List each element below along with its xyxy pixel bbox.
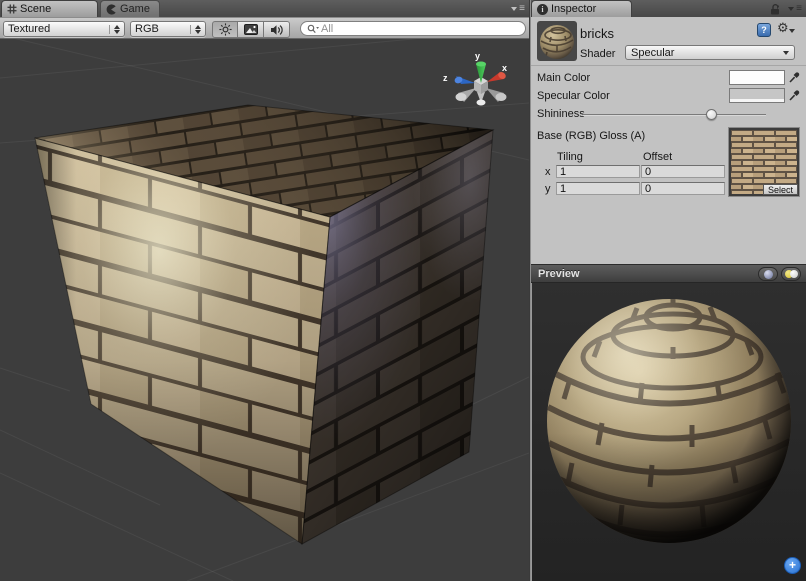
add-button[interactable]: + [784, 557, 801, 574]
axis-y-label: y [545, 183, 551, 195]
game-icon [106, 4, 117, 15]
inspector-tabstrip: i Inspector ≡ [531, 0, 806, 17]
material-sphere-icon [537, 21, 577, 61]
popup-arrows-icon [109, 25, 120, 34]
speaker-icon [270, 24, 283, 36]
gizmo-y-label: y [475, 51, 480, 61]
scene-toggle-buttons [212, 21, 290, 38]
settings-gear-button[interactable]: ⚙ [777, 21, 795, 36]
inspector-panel-menu-icon[interactable]: ≡ [788, 4, 802, 13]
color-channel-value: RGB [135, 23, 186, 35]
gizmo-x-label: x [502, 63, 507, 73]
tiling-y-field[interactable] [556, 182, 640, 195]
main-color-label: Main Color [537, 72, 590, 84]
scene-search-field[interactable] [300, 21, 526, 36]
shininess-slider[interactable] [583, 114, 766, 116]
preview-title: Preview [538, 268, 580, 280]
chevron-down-icon [783, 51, 789, 55]
inspector-content: bricks ? ⚙ Shader Specular Main Color Sp… [531, 17, 806, 264]
sun-icon [219, 23, 232, 36]
specular-color-swatch[interactable] [729, 88, 785, 103]
base-texture-label: Base (RGB) Gloss (A) [537, 130, 645, 142]
tab-game-label: Game [120, 3, 150, 15]
tiling-x-field[interactable] [556, 165, 640, 178]
tab-game[interactable]: Game [100, 0, 160, 17]
tiling-row-x: x [531, 165, 806, 179]
tiling-header: Tiling [557, 151, 583, 163]
help-button[interactable]: ? [757, 23, 771, 37]
scene-tabstrip: Scene Game ≡ [0, 0, 529, 17]
color-channel-dropdown[interactable]: RGB [130, 21, 206, 37]
offset-x-field[interactable] [641, 165, 725, 178]
tab-scene-label: Scene [20, 3, 51, 15]
search-input[interactable] [321, 23, 491, 35]
tab-inspector[interactable]: i Inspector [531, 0, 632, 17]
preview-lighting-button[interactable] [781, 267, 801, 281]
lighting-toggle-button[interactable] [212, 21, 238, 38]
offset-header: Offset [643, 151, 672, 163]
tab-scene[interactable]: Scene [1, 0, 98, 17]
shininess-label: Shininess [537, 108, 585, 120]
shader-value: Specular [631, 47, 783, 59]
preview-header[interactable]: Preview [531, 264, 806, 283]
gizmo-z-label: z [443, 73, 448, 83]
scene-grid-icon [7, 4, 17, 14]
shader-label: Shader [580, 48, 615, 60]
sphere-icon [764, 270, 773, 279]
scene-toolbar: Textured RGB [0, 17, 529, 39]
specular-color-label: Specular Color [537, 90, 610, 102]
lock-icon[interactable] [770, 3, 781, 15]
scene-panel: Scene Game ≡ Textured RGB [0, 0, 529, 581]
eyedropper-icon[interactable] [789, 89, 800, 101]
eyedropper-icon[interactable] [789, 71, 800, 83]
skybox-toggle-button[interactable] [238, 21, 264, 38]
material-name: bricks [580, 26, 614, 41]
inspector-panel: i Inspector ≡ [531, 0, 806, 581]
separator [531, 65, 806, 66]
preview-area[interactable]: + [531, 283, 806, 581]
preview-mesh-button[interactable] [758, 267, 778, 281]
unity-editor-window: Scene Game ≡ Textured RGB [0, 0, 806, 581]
render-mode-value: Textured [8, 23, 105, 35]
preview-sphere[interactable] [532, 283, 806, 581]
tab-inspector-label: Inspector [551, 3, 596, 15]
scene-viewport[interactable]: y x z [0, 39, 529, 581]
tiling-row-y: y [531, 182, 806, 196]
info-icon: i [537, 4, 548, 15]
shader-dropdown[interactable]: Specular [625, 45, 795, 60]
axis-x-label: x [545, 166, 551, 178]
render-mode-dropdown[interactable]: Textured [3, 21, 125, 37]
gear-icon: ⚙ [777, 21, 789, 36]
offset-y-field[interactable] [641, 182, 725, 195]
main-color-swatch[interactable] [729, 70, 785, 85]
search-icon [307, 24, 319, 34]
shininess-slider-thumb[interactable] [706, 109, 717, 120]
scene-panel-menu-icon[interactable]: ≡ [511, 4, 525, 13]
light-dot-icon [790, 270, 798, 278]
material-preview-thumbnail[interactable] [537, 21, 577, 61]
popup-arrows-icon [190, 25, 201, 34]
image-icon [244, 24, 258, 35]
audio-toggle-button[interactable] [264, 21, 290, 38]
